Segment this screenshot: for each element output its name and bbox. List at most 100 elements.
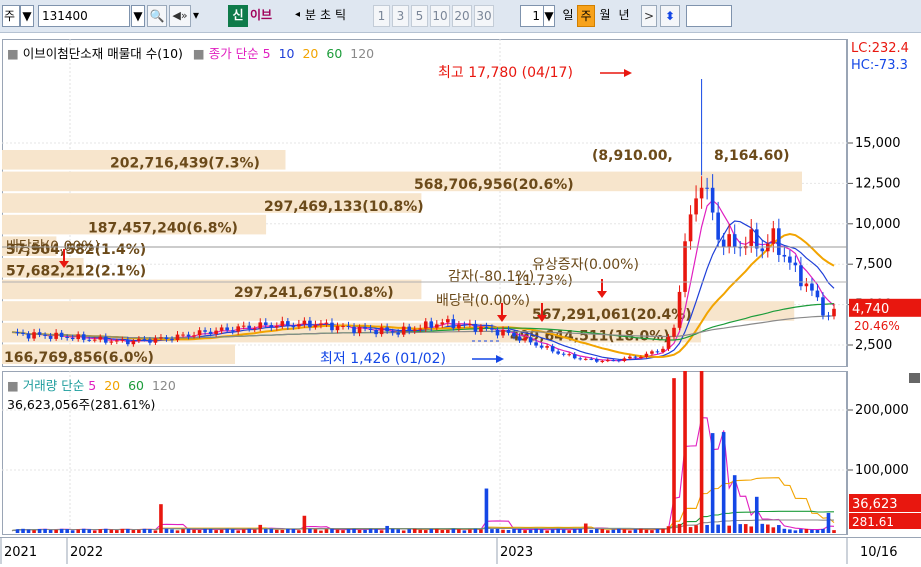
volume-bar <box>230 529 235 533</box>
candle-body <box>297 324 301 327</box>
candle-body <box>754 229 759 249</box>
candle-body <box>782 254 787 257</box>
volume-bar <box>732 475 737 533</box>
speaker-icon[interactable]: ◀» <box>169 5 191 27</box>
volume-bar <box>291 529 296 533</box>
period-count-dropdown-icon[interactable]: ▼ <box>543 5 555 27</box>
legend-price-ma: 종가 단순 <box>208 46 259 61</box>
extra-input[interactable] <box>686 5 732 27</box>
candle-body <box>115 340 119 342</box>
candle-body <box>368 328 373 330</box>
candle-body <box>192 335 196 337</box>
tab-tick[interactable]: 틱 <box>335 5 349 27</box>
candle-body <box>479 326 483 332</box>
volume-bar <box>87 529 92 533</box>
candle-body <box>418 328 423 330</box>
volume-bar <box>37 529 42 533</box>
volume-bar <box>506 529 511 533</box>
speaker-dropdown-icon[interactable]: ▾ <box>191 5 201 27</box>
candle-body <box>788 256 792 263</box>
period-1[interactable]: 1 <box>373 5 390 27</box>
candle-body <box>716 212 720 240</box>
volume-profile-label: 297,241,675(10.8%) <box>234 285 394 301</box>
candle-body <box>252 328 257 330</box>
tab-year[interactable]: 년 <box>616 5 632 27</box>
volume-tick-label: 100,000 <box>855 463 909 478</box>
candle-body <box>236 326 240 332</box>
market-dropdown-icon[interactable]: ▼ <box>20 5 34 27</box>
tab-week[interactable]: 주 <box>577 5 595 27</box>
candle-body <box>523 337 527 341</box>
candle-body <box>633 356 638 358</box>
period-3[interactable]: 3 <box>392 5 409 27</box>
volume-bar <box>429 528 434 533</box>
candle-body <box>164 337 169 340</box>
candle-body <box>793 262 798 266</box>
candle-body <box>804 283 809 287</box>
volume-bar <box>65 529 69 533</box>
candle-body <box>777 228 781 255</box>
volume-bar <box>390 528 395 533</box>
candle-body <box>357 326 362 334</box>
price-chart-panel[interactable]: 166,769,856(6.0%) 499,644,511(18.0%) 567,2… <box>2 39 847 367</box>
candle-body <box>440 322 445 325</box>
candle-body <box>142 339 147 341</box>
candle-body <box>241 325 246 327</box>
tab-day[interactable]: 일 <box>560 5 576 27</box>
period-20[interactable]: 20 <box>452 5 472 27</box>
volume-profile-label: 567,291,061(20.4%) <box>532 307 692 323</box>
vma120-line <box>11 519 834 532</box>
candle-body <box>269 325 274 328</box>
nav-left-icon[interactable]: ◂ <box>295 5 305 27</box>
candle-body <box>15 332 20 334</box>
candle-body <box>137 339 141 341</box>
volume-bar <box>385 525 389 533</box>
tab-minute[interactable]: 분 <box>305 5 319 27</box>
volume-bar <box>319 530 323 533</box>
period-10[interactable]: 10 <box>430 5 450 27</box>
volume-bar <box>236 530 240 533</box>
volume-axis-svg: 100,000 200,000 36,623 281.61 <box>848 373 921 529</box>
high-label: 최고 17,780 (04/17) <box>438 65 573 81</box>
search-icon[interactable]: 🔍 <box>147 5 167 27</box>
volume-chart-panel[interactable]: ■ 거래량 단순 5 20 60 120 36,623,056주(281.61%… <box>2 371 847 535</box>
candle-body <box>131 340 136 345</box>
code-value: 131400 <box>42 9 88 23</box>
volume-bar <box>313 529 318 533</box>
candle-body <box>352 326 356 334</box>
code-dropdown-icon[interactable]: ▼ <box>131 5 145 27</box>
tab-second[interactable]: 초 <box>320 5 334 27</box>
candle-body <box>606 360 610 362</box>
volume-bar <box>451 528 456 533</box>
period-count-input[interactable]: 1 <box>520 5 544 27</box>
market-select[interactable]: 주 <box>2 5 20 27</box>
period-5[interactable]: 5 <box>411 5 428 27</box>
toolbar: 주 ▼ 131400 ▼ 🔍 ◀» ▾ 신 이브 ◂ 분 초 틱 1 3 5 1… <box>0 0 921 33</box>
volume-bar <box>418 529 423 533</box>
candle-body <box>749 229 754 246</box>
nav-right-icon[interactable]: > <box>641 5 657 27</box>
updown-arrow-icon[interactable]: ⬍ <box>660 5 680 27</box>
candle-body <box>556 351 560 354</box>
last-price-label: 4,740 <box>852 302 889 317</box>
period-30[interactable]: 30 <box>474 5 494 27</box>
code-input[interactable]: 131400 <box>38 5 130 27</box>
candle-body <box>335 326 340 331</box>
lc-label: LC:232.4 <box>851 41 909 56</box>
volume-bar <box>727 525 731 533</box>
volume-bar <box>352 528 356 533</box>
volume-bar <box>457 529 461 533</box>
candle-body <box>214 330 218 335</box>
tab-month[interactable]: 월 <box>597 5 613 27</box>
candle-body <box>495 329 500 336</box>
market-label: 주 <box>4 9 16 23</box>
event-hc-close: 8,164.60) <box>714 148 789 164</box>
legend-ma20: 20 <box>302 46 319 61</box>
volume-bar <box>363 529 367 533</box>
vma5-line <box>11 417 835 532</box>
volume-bar <box>628 530 632 533</box>
volume-bar <box>760 523 765 533</box>
volume-bar <box>159 504 163 533</box>
volume-bar <box>528 529 533 533</box>
volume-bar <box>208 528 213 533</box>
